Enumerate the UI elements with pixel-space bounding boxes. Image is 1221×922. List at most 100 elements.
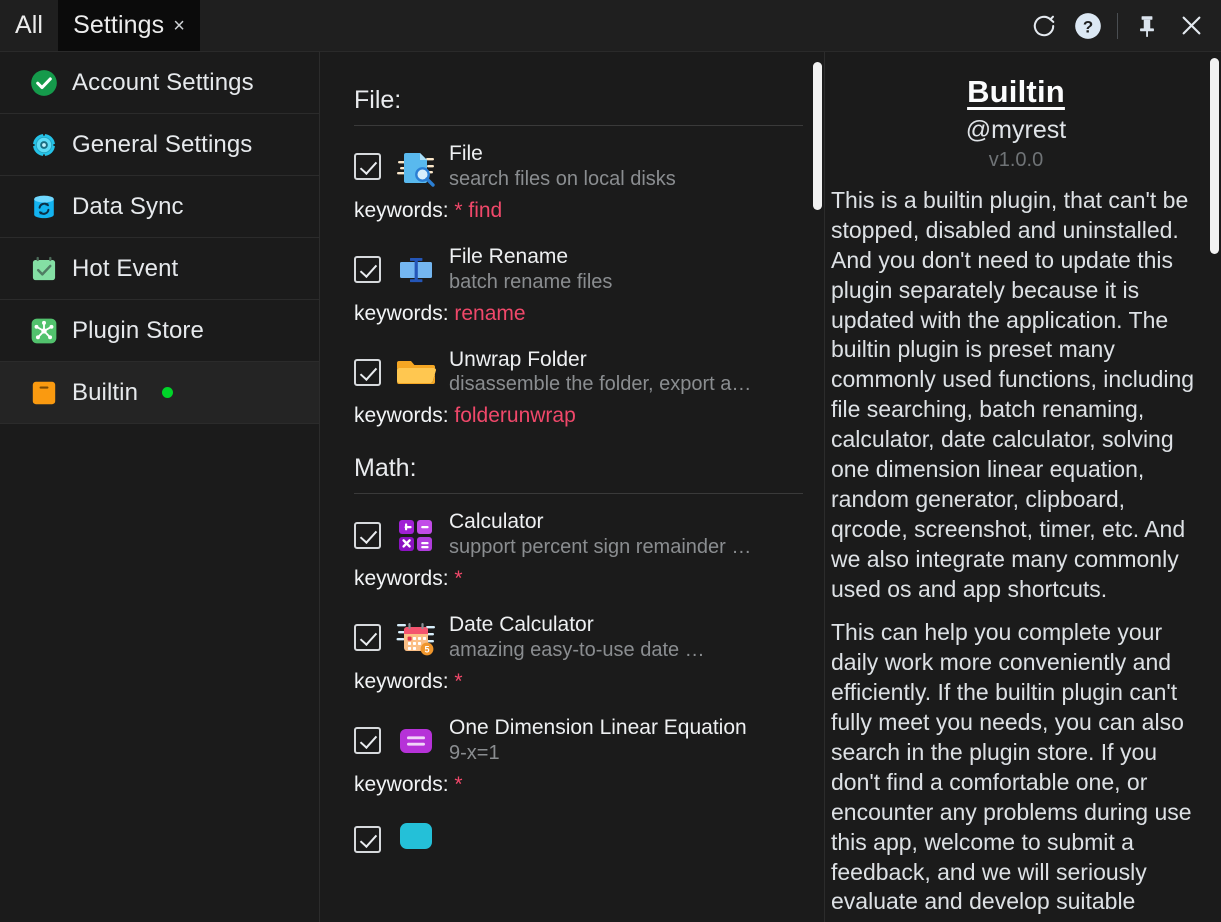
plugin-item-unwrap-folder: Unwrap Folder disassemble the folder, ex… (354, 348, 803, 429)
sidebar: Account Settings (0, 52, 320, 922)
sidebar-item-plugin-store[interactable]: Plugin Store (0, 300, 319, 362)
plugin-enable-checkbox[interactable] (354, 359, 381, 386)
sidebar-item-label: Data Sync (72, 193, 184, 221)
account-check-icon (30, 69, 58, 97)
plugin-name: File Rename (449, 245, 568, 268)
title-bar-spacer (200, 0, 1022, 51)
sidebar-item-hot-event[interactable]: Hot Event (0, 238, 319, 300)
sidebar-item-label: General Settings (72, 131, 252, 159)
plugin-detail-title: Builtin (831, 74, 1201, 110)
tab-close-icon[interactable]: × (173, 16, 185, 36)
refresh-icon (1031, 13, 1057, 39)
plugin-name: File (449, 142, 483, 165)
plugin-detail-panel: Builtin @myrest v1.0.0 This is a builtin… (825, 52, 1221, 922)
plugin-item-one-dimension-linear-equation: One Dimension Linear Equation 9-x=1 keyw… (354, 716, 803, 797)
keywords-value: folderunwrap (454, 404, 575, 427)
keywords-value: * (454, 773, 462, 796)
plugin-name: Date Calculator (449, 613, 594, 636)
help-icon: ? (1074, 12, 1102, 40)
plugin-detail-version: v1.0.0 (831, 149, 1201, 172)
sidebar-item-label: Hot Event (72, 255, 178, 283)
database-sync-icon (30, 193, 58, 221)
plugin-row (354, 819, 803, 861)
plugin-enable-checkbox[interactable] (354, 624, 381, 651)
plugin-name: Calculator (449, 510, 544, 533)
plugin-keywords: keywords: * (354, 567, 803, 591)
plugin-enable-checkbox[interactable] (354, 522, 381, 549)
sidebar-item-general-settings[interactable]: General Settings (0, 114, 319, 176)
sidebar-item-account-settings[interactable]: Account Settings (0, 52, 319, 114)
plugin-network-icon (30, 317, 58, 345)
partial-plugin-icon (395, 819, 437, 861)
plugin-keywords: keywords: * (354, 670, 803, 694)
plugin-keywords: keywords: rename (354, 302, 803, 326)
plugin-item-file: File search files on local disks keyword… (354, 142, 803, 223)
plugin-description: amazing easy-to-use date … (449, 638, 803, 663)
plugin-item-partial (354, 819, 803, 861)
window-controls: ? (1022, 0, 1221, 51)
plugin-group-math: Math: (354, 454, 803, 860)
close-icon (1178, 12, 1205, 39)
plugin-detail-paragraph-1: This is a builtin plugin, that can't be … (831, 186, 1201, 604)
plugin-detail-scrollbar[interactable] (1210, 58, 1219, 254)
refresh-button[interactable] (1022, 0, 1066, 52)
plugin-row: Unwrap Folder disassemble the folder, ex… (354, 348, 803, 398)
plugin-text: One Dimension Linear Equation 9-x=1 (449, 716, 803, 766)
plugin-text: Date Calculator amazing easy-to-use date… (449, 613, 803, 663)
plugin-item-calculator: Calculator support percent sign remainde… (354, 510, 803, 591)
plugin-detail-paragraph-2: This can help you complete your daily wo… (831, 618, 1201, 922)
tab-strip: All Settings × (0, 0, 200, 51)
help-button[interactable]: ? (1066, 0, 1110, 52)
plugin-item-date-calculator: 5 Date Calculator amazing easy-to-use da… (354, 613, 803, 694)
plugin-row: File Rename batch rename files (354, 245, 803, 295)
sidebar-item-label: Plugin Store (72, 317, 204, 345)
plugin-description: disassemble the folder, export a… (449, 372, 803, 397)
pin-button[interactable] (1125, 0, 1169, 52)
plugin-row: Calculator support percent sign remainde… (354, 510, 803, 560)
plugin-row: File search files on local disks (354, 142, 803, 192)
sidebar-item-data-sync[interactable]: Data Sync (0, 176, 319, 238)
plugin-text: Unwrap Folder disassemble the folder, ex… (449, 348, 803, 398)
plugin-keywords: keywords: folderunwrap (354, 404, 803, 428)
group-divider (354, 493, 803, 494)
group-divider (354, 125, 803, 126)
plugin-row: One Dimension Linear Equation 9-x=1 (354, 716, 803, 766)
plugin-name: Unwrap Folder (449, 348, 587, 371)
plugin-list-panel: File: (320, 52, 825, 922)
keywords-value: * (454, 567, 462, 590)
plugin-enable-checkbox[interactable] (354, 153, 381, 180)
calendar-check-icon (30, 255, 58, 283)
file-rename-icon (395, 249, 437, 291)
plugin-group-file: File: (354, 86, 803, 428)
plugin-item-file-rename: File Rename batch rename files keywords:… (354, 245, 803, 326)
equation-icon (395, 720, 437, 762)
plugin-text: Calculator support percent sign remainde… (449, 510, 803, 560)
plugin-list-scroll-area[interactable]: File: (320, 52, 825, 922)
plugin-enable-checkbox[interactable] (354, 256, 381, 283)
tab-all[interactable]: All (0, 0, 58, 51)
plugin-description: 9-x=1 (449, 741, 803, 766)
tab-settings-label: Settings (73, 11, 164, 40)
gear-icon (30, 131, 58, 159)
keywords-value: * (454, 670, 462, 693)
plugin-text: File Rename batch rename files (449, 245, 803, 295)
close-button[interactable] (1169, 0, 1213, 52)
keywords-label: keywords: (354, 670, 449, 693)
sidebar-item-builtin[interactable]: Builtin (0, 362, 319, 424)
plugin-detail-scroll-area[interactable]: Builtin @myrest v1.0.0 This is a builtin… (825, 52, 1221, 922)
plugin-description: support percent sign remainder … (449, 535, 803, 560)
sidebar-item-label: Account Settings (72, 69, 254, 97)
plugin-name: One Dimension Linear Equation (449, 716, 747, 739)
plugin-row: 5 Date Calculator amazing easy-to-use da… (354, 613, 803, 663)
plugin-description: search files on local disks (449, 167, 803, 192)
svg-text:5: 5 (424, 644, 429, 654)
keywords-label: keywords: (354, 567, 449, 590)
keywords-value: * find (454, 199, 502, 222)
calculator-icon (395, 514, 437, 556)
plugin-enable-checkbox[interactable] (354, 727, 381, 754)
plugin-list-scrollbar[interactable] (813, 62, 822, 210)
tab-settings[interactable]: Settings × (58, 0, 200, 51)
calendar-date-icon: 5 (395, 617, 437, 659)
file-search-icon (395, 146, 437, 188)
plugin-enable-checkbox[interactable] (354, 826, 381, 853)
